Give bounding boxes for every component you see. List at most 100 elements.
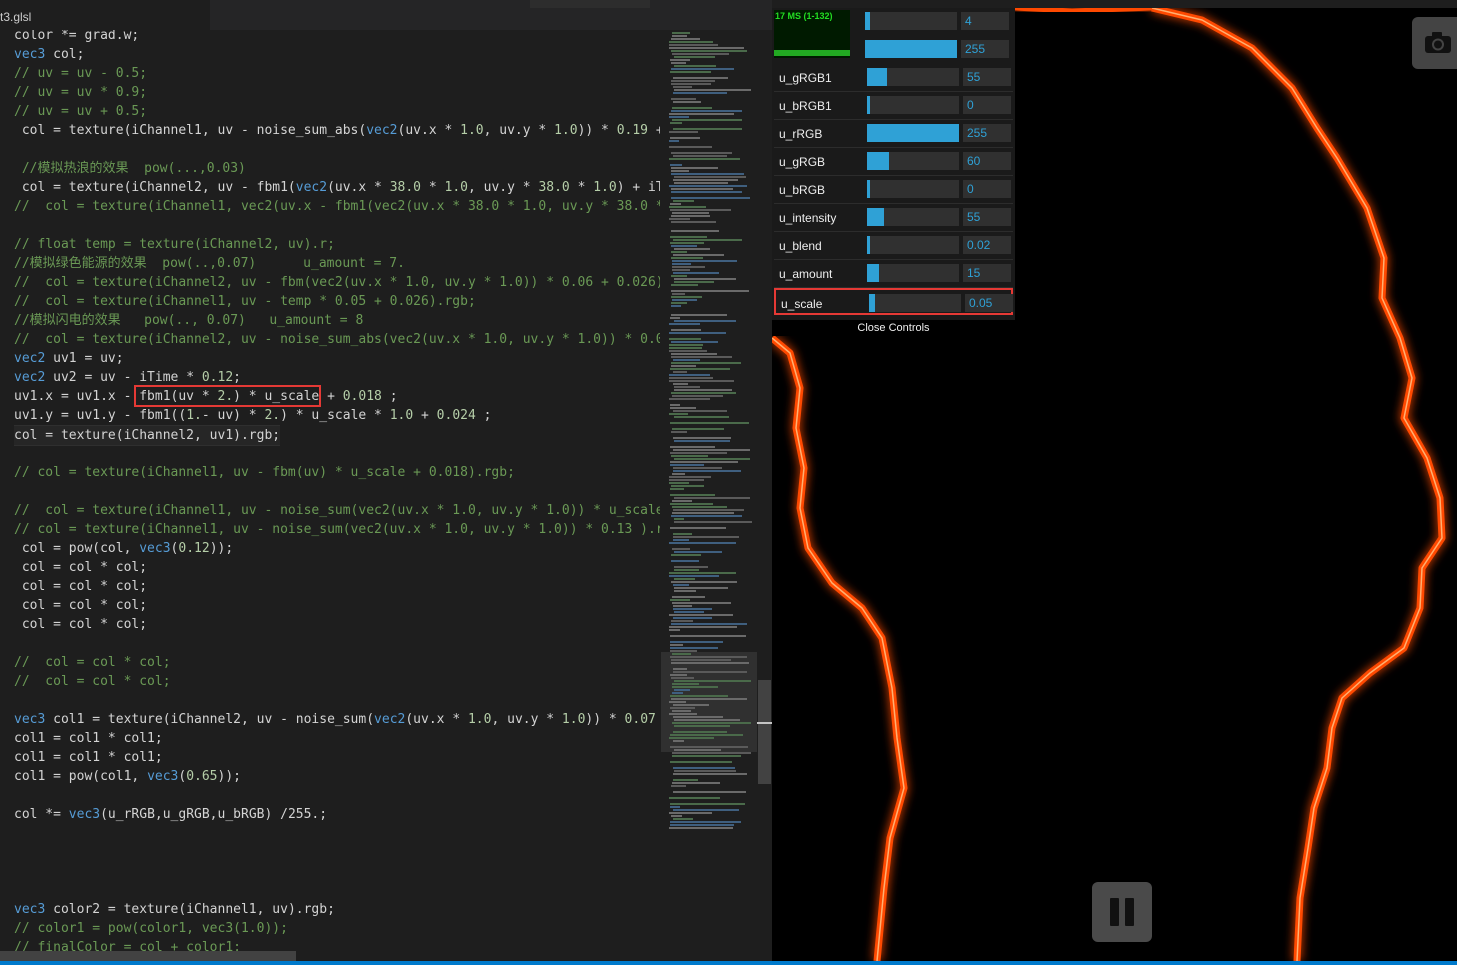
slider-stats[interactable] <box>865 40 957 58</box>
control-slider[interactable] <box>867 236 959 254</box>
code-line[interactable]: uv1.y = uv1.y - fbm1((1.- uv) * 2.) * u_… <box>14 406 491 425</box>
code-line[interactable]: vec3 col1 = texture(iChannel2, uv - nois… <box>14 710 660 729</box>
control-top[interactable]: 4 <box>852 8 1013 35</box>
code-token: col = texture(iChannel2, uv - fbm1( <box>14 180 296 195</box>
minimap-line <box>669 575 719 577</box>
code-line[interactable]: // col = texture(iChannel1, uv - temp * … <box>14 292 476 311</box>
code-line[interactable]: col = texture(iChannel2, uv1).rgb; <box>14 425 281 446</box>
minimap-line <box>671 662 749 664</box>
control-value[interactable]: 15 <box>963 264 1011 282</box>
slider-top[interactable] <box>865 12 957 30</box>
control-slider[interactable] <box>867 264 959 282</box>
minimap-line <box>674 458 750 460</box>
control-u-intensity[interactable]: u_intensity 55 <box>774 204 1013 232</box>
control-value[interactable]: 55 <box>963 68 1011 86</box>
minimap-line <box>670 824 734 826</box>
minimap-line <box>673 179 738 181</box>
control-u-gRGB[interactable]: u_gRGB 60 <box>774 148 1013 176</box>
code-line[interactable]: col = col * col; <box>14 615 147 634</box>
code-token: // col = col * col; <box>14 674 171 689</box>
minimap-line <box>669 413 688 415</box>
control-value[interactable]: 255 <box>963 124 1011 142</box>
tab-file[interactable]: t3.glsl <box>0 0 210 30</box>
code-line[interactable]: // uv = uv + 0.5; <box>14 102 147 121</box>
code-line[interactable]: //模拟热浪的效果 pow(...,0.03) <box>14 159 246 178</box>
control-value[interactable]: 0.02 <box>963 236 1011 254</box>
minimap-line <box>670 647 718 649</box>
minimap[interactable] <box>661 30 757 965</box>
vertical-scrollbar[interactable] <box>757 30 772 965</box>
controls-panel[interactable]: 17 MS (1-132) 4 255 Close Controls u_gRG… <box>772 8 1015 336</box>
code-line[interactable]: vec2 uv1 = uv; <box>14 349 124 368</box>
control-u-scale[interactable]: u_scale 0.05 <box>774 288 1013 315</box>
code-line[interactable]: //模拟闪电的效果 pow(.., 0.07) u_amount = 8 <box>14 311 363 330</box>
code-line[interactable]: // col = col * col; <box>14 653 171 672</box>
control-value[interactable]: 0 <box>963 96 1011 114</box>
code-token: col = texture(iChannel2, uv1).rgb; <box>14 428 281 443</box>
code-line[interactable]: col = col * col; <box>14 558 147 577</box>
minimap-line <box>671 296 702 298</box>
close-controls-button[interactable]: Close Controls <box>772 320 1015 336</box>
code-line[interactable]: //模拟绿色能源的效果 pow(..,0.07) u_amount = 7. <box>14 254 405 273</box>
control-slider[interactable] <box>867 152 959 170</box>
code-line[interactable]: // col = texture(iChannel1, uv - noise_s… <box>14 501 660 520</box>
code-line[interactable]: // col = col * col; <box>14 672 171 691</box>
code-token: // col = col * col; <box>14 655 171 670</box>
value-stats[interactable]: 255 <box>961 40 1009 58</box>
code-token: color *= grad.w; <box>14 28 140 43</box>
code-line[interactable]: col1 = col1 * col1; <box>14 729 163 748</box>
value-top[interactable]: 4 <box>961 12 1009 30</box>
code-line[interactable]: col = texture(iChannel2, uv - fbm1(vec2(… <box>14 178 660 197</box>
minimap-line <box>674 551 722 553</box>
code-line[interactable]: vec3 col; <box>14 45 84 64</box>
minimap-line <box>672 428 724 430</box>
minimap-line <box>671 392 736 394</box>
code-line[interactable]: // uv = uv - 0.5; <box>14 64 147 83</box>
code-line[interactable]: // uv = uv * 0.9; <box>14 83 147 102</box>
control-u-bRGB[interactable]: u_bRGB 0 <box>774 176 1013 204</box>
control-value[interactable]: 55 <box>963 208 1011 226</box>
code-line[interactable]: col = texture(iChannel1, uv - noise_sum_… <box>14 121 660 140</box>
camera-icon[interactable] <box>1412 17 1457 69</box>
code-editor[interactable]: color *= grad.w; vec3 col;// uv = uv - 0.… <box>0 0 660 965</box>
code-line[interactable]: // col = texture(iChannel1, uv - noise_s… <box>14 520 660 539</box>
minimap-line <box>673 470 741 472</box>
minimap-line <box>672 602 731 604</box>
code-line[interactable]: col = pow(col, vec3(0.12)); <box>14 539 233 558</box>
horizontal-scrollbar[interactable] <box>0 951 296 961</box>
code-line[interactable]: col *= vec3(u_rRGB,u_gRGB,u_bRGB) /255.; <box>14 805 327 824</box>
control-value[interactable]: 0.05 <box>965 294 1013 312</box>
code-line[interactable]: vec3 color2 = texture(iChannel1, uv).rgb… <box>14 900 335 919</box>
control-slider[interactable] <box>867 124 959 142</box>
control-u-gRGB1[interactable]: u_gRGB1 55 <box>774 64 1013 92</box>
code-line[interactable]: // float temp = texture(iChannel2, uv).r… <box>14 235 335 254</box>
minimap-line <box>671 80 715 82</box>
code-line[interactable]: // col = texture(iChannel1, uv - fbm(uv)… <box>14 463 515 482</box>
scrollbar-thumb[interactable] <box>758 680 771 784</box>
code-line[interactable]: // color1 = pow(color1, vec3(1.0)); <box>14 919 288 938</box>
control-slider[interactable] <box>867 96 959 114</box>
control-value[interactable]: 60 <box>963 152 1011 170</box>
code-line[interactable]: col1 = pow(col1, vec3(0.65)); <box>14 767 241 786</box>
control-slider[interactable] <box>867 180 959 198</box>
control-u-rRGB[interactable]: u_rRGB 255 <box>774 120 1013 148</box>
code-line[interactable]: // col = texture(iChannel2, uv - noise_s… <box>14 330 660 349</box>
code-line[interactable]: col1 = col1 * col1; <box>14 748 163 767</box>
control-u-bRGB1[interactable]: u_bRGB1 0 <box>774 92 1013 120</box>
control-slider[interactable] <box>869 294 961 312</box>
code-token: // uv = uv - <box>14 66 116 81</box>
minimap-line <box>671 815 682 817</box>
control-u-blend[interactable]: u_blend 0.02 <box>774 232 1013 260</box>
code-line[interactable]: col = col * col; <box>14 577 147 596</box>
control-slider[interactable] <box>867 68 959 86</box>
code-line[interactable]: col = col * col; <box>14 596 147 615</box>
control-u-amount[interactable]: u_amount 15 <box>774 260 1013 288</box>
minimap-line <box>671 515 742 517</box>
control-slider[interactable] <box>867 208 959 226</box>
code-line[interactable]: // col = texture(iChannel1, vec2(uv.x - … <box>14 197 660 216</box>
control-stats[interactable]: 255 <box>852 36 1013 63</box>
minimap-line <box>669 629 680 631</box>
code-line[interactable]: // col = texture(iChannel2, uv - fbm(vec… <box>14 273 660 292</box>
pause-icon[interactable] <box>1092 882 1152 942</box>
control-value[interactable]: 0 <box>963 180 1011 198</box>
